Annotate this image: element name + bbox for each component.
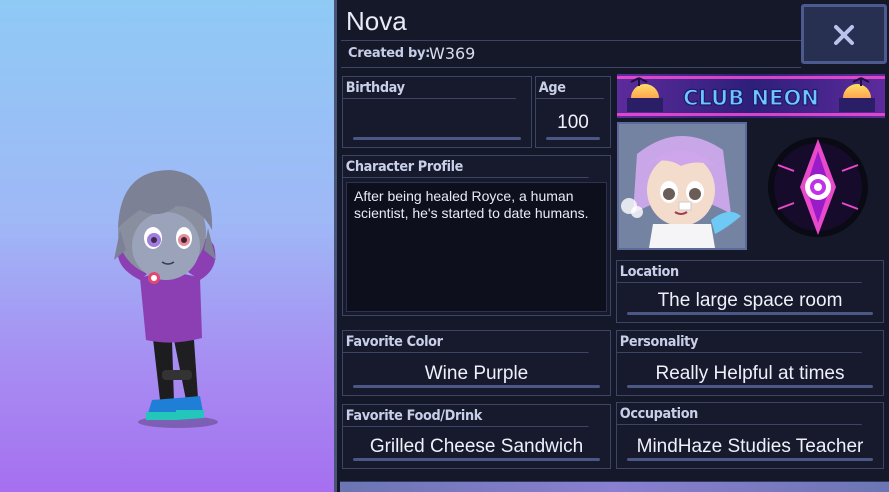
personality-label: Personality — [617, 331, 862, 353]
close-icon — [834, 25, 854, 45]
birthday-underline — [353, 137, 521, 140]
character-portrait[interactable] — [617, 122, 747, 250]
personality-field[interactable]: Personality Really Helpful at times — [616, 330, 884, 396]
favorite-color-value: Wine Purple — [424, 363, 529, 384]
emblem-eye-icon — [768, 137, 868, 237]
occupation-value: MindHaze Studies Teacher — [636, 436, 864, 457]
birthday-field[interactable]: Birthday — [342, 76, 532, 148]
character-name: Nova — [346, 6, 407, 36]
occupation-underline — [627, 458, 873, 461]
favorite-food-label: Favorite Food/Drink — [343, 405, 589, 427]
portrait-image — [619, 124, 745, 248]
age-field[interactable]: Age 100 — [535, 76, 611, 148]
location-field[interactable]: Location The large space room — [616, 260, 884, 323]
character-sprite[interactable] — [90, 150, 240, 440]
age-underline — [546, 137, 600, 140]
favorite-food-value: Grilled Cheese Sandwich — [369, 436, 584, 457]
favorite-color-field[interactable]: Favorite Color Wine Purple — [342, 330, 611, 396]
age-value: 100 — [557, 112, 589, 133]
location-label: Location — [617, 261, 862, 283]
personality-underline — [627, 385, 873, 388]
created-by-label: Created by: — [348, 46, 431, 61]
panel-bottom-bar — [340, 481, 889, 492]
favorite-food-underline — [353, 458, 600, 461]
occupation-label: Occupation — [617, 403, 862, 425]
character-profile-label: Character Profile — [343, 156, 589, 178]
location-value: The large space room — [657, 290, 843, 311]
created-by-row: Created by: W369 — [341, 40, 801, 68]
club-neon-banner: CLUB NEON — [617, 74, 885, 118]
created-by-value: W369 — [429, 44, 476, 63]
occupation-field[interactable]: Occupation MindHaze Studies Teacher — [616, 402, 884, 469]
character-profile-text: After being healed Royce, a human scient… — [346, 182, 607, 312]
favorite-color-underline — [353, 385, 600, 388]
close-button[interactable] — [801, 4, 887, 64]
banner-text: CLUB NEON — [683, 86, 819, 110]
character-profile-field[interactable]: Character Profile After being healed Roy… — [342, 155, 611, 316]
location-underline — [627, 312, 873, 315]
age-label: Age — [536, 77, 605, 99]
favorite-color-label: Favorite Color — [343, 331, 589, 353]
birthday-label: Birthday — [343, 77, 516, 99]
favorite-food-field[interactable]: Favorite Food/Drink Grilled Cheese Sandw… — [342, 404, 611, 469]
personality-value: Really Helpful at times — [655, 363, 845, 384]
